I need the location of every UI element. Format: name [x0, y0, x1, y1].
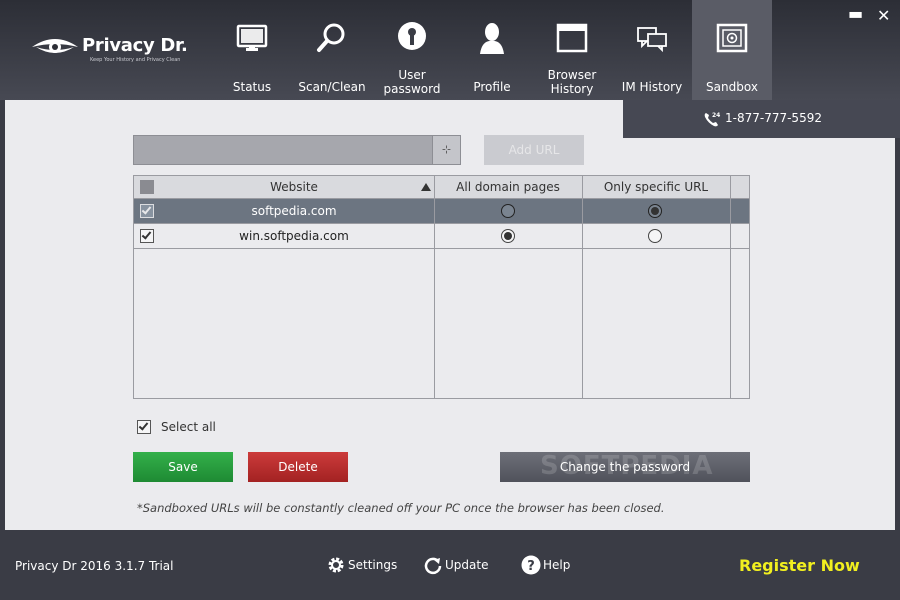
- gear-icon: [328, 557, 344, 573]
- nav-status[interactable]: Status: [212, 0, 292, 100]
- row-checkbox[interactable]: [140, 229, 154, 243]
- header-checkbox[interactable]: [140, 180, 154, 194]
- column-website[interactable]: Website: [154, 180, 434, 194]
- help-label: Help: [543, 558, 571, 572]
- chat-bubbles-icon: [637, 27, 667, 53]
- sort-ascending-icon: [421, 183, 431, 191]
- browser-window-icon: [556, 23, 588, 53]
- nav-user-password[interactable]: User password: [372, 0, 452, 100]
- nav-label: IM History: [621, 80, 683, 94]
- table-row[interactable]: win.softpedia.com: [134, 224, 749, 249]
- plus-icon: ⊹: [441, 143, 452, 156]
- save-button[interactable]: Save: [133, 452, 233, 482]
- register-now-link[interactable]: Register Now: [739, 556, 860, 575]
- url-input[interactable]: ⊹: [133, 135, 461, 165]
- column-all-domain-pages[interactable]: All domain pages: [434, 180, 582, 194]
- nav-profile[interactable]: Profile: [452, 0, 532, 100]
- svg-text:?: ?: [527, 559, 535, 574]
- sandbox-url-table: Website All domain pages Only specific U…: [133, 175, 750, 399]
- check-icon: [138, 420, 149, 431]
- select-all-label: Select all: [161, 420, 216, 434]
- change-password-label: Change the password: [559, 460, 691, 474]
- delete-button[interactable]: Delete: [248, 452, 348, 482]
- app-logo: Privacy Dr. Keep Your History and Privac…: [30, 33, 200, 73]
- radio-only-specific-url[interactable]: [648, 229, 662, 243]
- question-icon: ?: [521, 555, 541, 575]
- nav-label: Status: [232, 80, 272, 94]
- add-url-button[interactable]: Add URL: [484, 135, 584, 165]
- monitor-icon: [236, 24, 268, 51]
- close-button[interactable]: ✕: [877, 6, 890, 25]
- row-website: softpedia.com: [251, 204, 337, 218]
- app-name: Privacy Dr.: [82, 35, 188, 56]
- main-nav: Status Scan/Clean User password Profile: [212, 0, 772, 100]
- url-dropdown-button[interactable]: ⊹: [432, 136, 460, 164]
- version-label: Privacy Dr 2016 3.1.7 Trial: [15, 559, 174, 573]
- minimize-button[interactable]: ▬: [848, 4, 863, 23]
- refresh-icon: [424, 557, 442, 575]
- update-label: Update: [445, 558, 489, 572]
- nav-label: User password: [383, 68, 441, 96]
- sandbox-note: *Sandboxed URLs will be constantly clean…: [137, 501, 665, 515]
- safe-icon: [716, 23, 748, 53]
- title-bar: Privacy Dr. Keep Your History and Privac…: [0, 0, 900, 100]
- radio-all-domain-pages[interactable]: [501, 229, 515, 243]
- select-all-box[interactable]: [137, 420, 151, 434]
- change-password-button[interactable]: SOFTPEDIA Change the password: [500, 451, 750, 482]
- eye-logo-icon: [32, 39, 78, 53]
- support-phone-number: 1-877-777-5592: [725, 111, 822, 125]
- table-header: Website All domain pages Only specific U…: [134, 176, 749, 199]
- nav-scan-clean[interactable]: Scan/Clean: [292, 0, 372, 100]
- check-icon: [141, 204, 152, 215]
- nav-browser-history[interactable]: Browser History: [532, 0, 612, 100]
- nav-im-history[interactable]: IM History: [612, 0, 692, 100]
- app-tagline: Keep Your History and Privacy Clean: [90, 57, 181, 63]
- svg-text:24: 24: [712, 112, 720, 119]
- phone-24h-icon: 24: [704, 112, 720, 127]
- keyhole-icon: [398, 22, 426, 50]
- nav-sandbox[interactable]: Sandbox: [692, 0, 772, 100]
- row-checkbox[interactable]: [140, 204, 154, 218]
- row-website: win.softpedia.com: [239, 229, 349, 243]
- nav-label: Profile: [473, 80, 511, 94]
- user-icon: [480, 23, 504, 54]
- nav-label: Scan/Clean: [298, 80, 366, 94]
- nav-label: Sandbox: [706, 80, 758, 94]
- check-icon: [141, 229, 152, 240]
- settings-label: Settings: [348, 558, 398, 572]
- radio-all-domain-pages[interactable]: [501, 204, 515, 218]
- table-row[interactable]: softpedia.com: [134, 199, 749, 224]
- column-only-specific-url[interactable]: Only specific URL: [582, 180, 730, 194]
- nav-label: Browser History: [547, 68, 597, 96]
- support-phone-bar: 24 1-877-777-5592: [623, 100, 900, 138]
- sandbox-panel: ⊹ Add URL Website All domain pages Only …: [5, 100, 895, 530]
- footer-bar: Privacy Dr 2016 3.1.7 Trial Settings Upd…: [0, 530, 900, 600]
- radio-only-specific-url[interactable]: [648, 204, 662, 218]
- magnifier-icon: [317, 23, 345, 52]
